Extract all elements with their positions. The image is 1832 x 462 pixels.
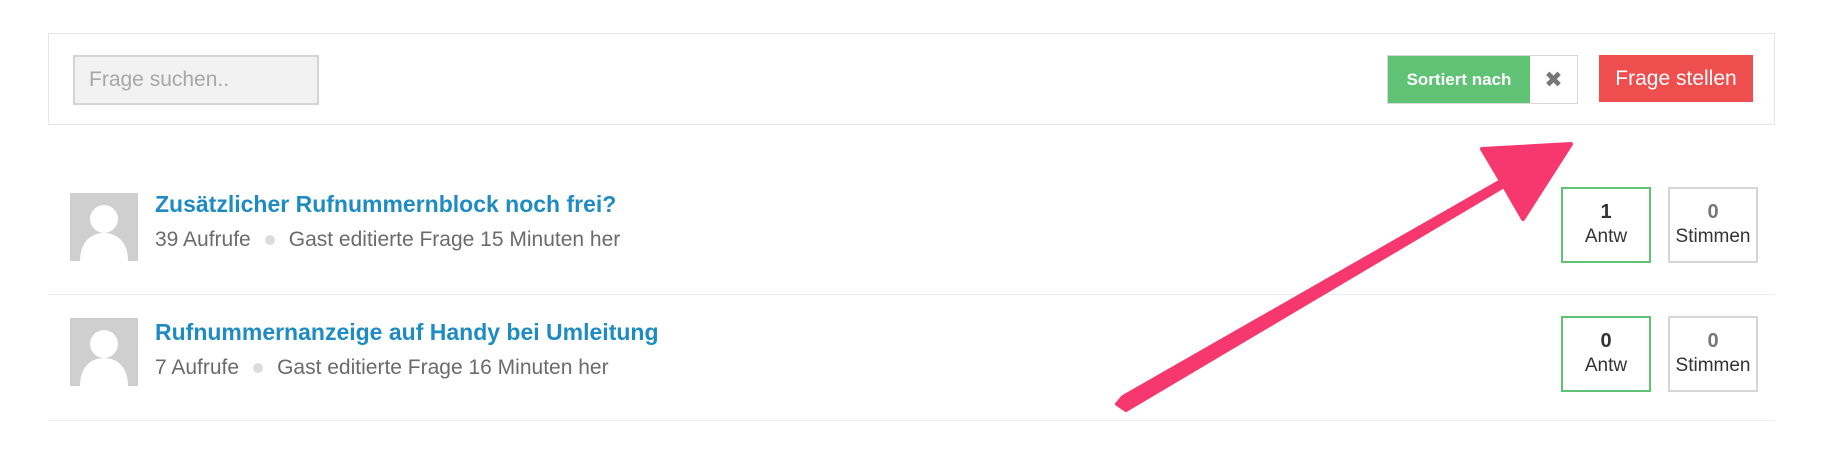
answers-count: 1: [1600, 201, 1612, 223]
default-user-avatar-icon: [70, 318, 138, 386]
close-icon: ✖: [1544, 66, 1563, 92]
dot-icon: [264, 235, 275, 245]
last-activity: Gast editierte Frage 15 Minuten her: [288, 228, 621, 251]
view-count: 7 Aufrufe: [155, 356, 240, 379]
votes-count: 0: [1707, 201, 1719, 223]
question-row: Rufnummernanzeige auf Handy bei Umleitun…: [48, 295, 1775, 421]
votes-count-box: 0 Stimmen: [1668, 316, 1758, 392]
answers-label: Antw: [1584, 226, 1628, 247]
votes-label: Stimmen: [1675, 226, 1751, 247]
question-meta: 39 Aufrufe Gast editierte Frage 15 Minut…: [155, 228, 620, 252]
dot-icon: [253, 363, 264, 373]
question-title-link[interactable]: Zusätzlicher Rufnummernblock noch frei?: [155, 191, 616, 218]
clear-sort-button[interactable]: ✖: [1530, 56, 1577, 103]
ask-question-button[interactable]: Frage stellen: [1599, 55, 1753, 102]
question-row: Zusätzlicher Rufnummernblock noch frei? …: [48, 170, 1775, 295]
question-toolbar: Sortiert nach ✖ Frage stellen: [48, 33, 1775, 125]
answers-label: Antw: [1584, 355, 1628, 376]
sort-control: Sortiert nach ✖: [1387, 55, 1578, 104]
sort-button[interactable]: Sortiert nach: [1388, 56, 1530, 103]
votes-count-box: 0 Stimmen: [1668, 187, 1758, 263]
question-title-link[interactable]: Rufnummernanzeige auf Handy bei Umleitun…: [155, 319, 659, 346]
view-count: 39 Aufrufe: [155, 228, 251, 251]
answers-count: 0: [1600, 330, 1612, 352]
answers-count-box: 0 Antw: [1561, 316, 1651, 392]
default-user-avatar-icon: [70, 193, 138, 261]
votes-count: 0: [1707, 330, 1719, 352]
votes-label: Stimmen: [1675, 355, 1751, 376]
last-activity: Gast editierte Frage 16 Minuten her: [277, 356, 609, 379]
answers-count-box: 1 Antw: [1561, 187, 1651, 263]
question-meta: 7 Aufrufe Gast editierte Frage 16 Minute…: [155, 356, 609, 380]
search-input[interactable]: [73, 55, 319, 105]
